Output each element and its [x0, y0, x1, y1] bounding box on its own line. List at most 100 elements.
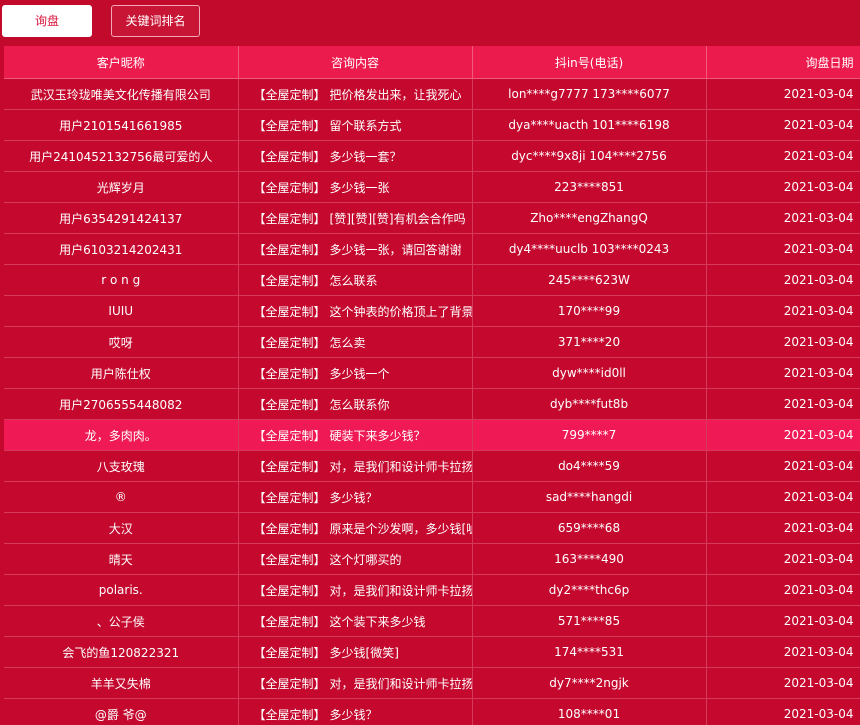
column-header-content[interactable]: 咨询内容 — [238, 46, 473, 79]
table-row[interactable]: 羊羊又失棉【全屋定制】对，是我们和设计师卡拉扬合作dy7****2ngjk202… — [4, 667, 860, 699]
cell-date: 2021-03-04 — [706, 140, 860, 172]
cell-douyin-id: dya****uacth 101****6198 — [472, 109, 707, 141]
column-header-douyin-id[interactable]: 抖in号(电话) — [472, 46, 707, 79]
table-row[interactable]: IUIU【全屋定制】这个钟表的价格顶上了背景墙的170****992021-03… — [4, 295, 860, 327]
cell-date: 2021-03-04 — [706, 388, 860, 420]
cell-date: 2021-03-04 — [706, 233, 860, 265]
table-row[interactable]: 用户6354291424137 【全屋定制】 [赞][赞][赞]有机会合作吗 Zho*… — [4, 202, 860, 234]
cell-douyin-id: 223****851 — [472, 171, 707, 203]
table-row[interactable]: 八支玫瑰【全屋定制】对，是我们和设计师卡拉扬合作do4****592021-03… — [4, 450, 860, 482]
category-tag: 【全屋定制】 — [253, 552, 326, 567]
tab-inquiry[interactable]: 询盘 — [2, 5, 92, 37]
inquiry-message: 对，是我们和设计师卡拉扬合作 — [329, 676, 472, 691]
inquiry-message: 多少钱一个 — [329, 366, 390, 381]
column-header-date[interactable]: 询盘日期 — [706, 46, 860, 79]
cell-content: 【全屋定制】 怎么联系你 — [238, 388, 473, 420]
table-body: 武汉玉玲珑唯美文化传播有限公司 【全屋定制】 把价格发出来，让我死心 lon****g… — [4, 78, 860, 725]
inquiry-message: 这个灯哪买的 — [329, 552, 402, 567]
category-tag: 【全屋定制】 — [253, 304, 326, 319]
cell-date: 2021-03-04 — [706, 450, 860, 482]
cell-douyin-id: dyc****9x8ji 104****2756 — [472, 140, 707, 172]
category-tag: 【全屋定制】 — [253, 335, 326, 350]
cell-content: 【全屋定制】 这个灯哪买的 — [238, 543, 473, 575]
cell-nickname: 用户6103214202431 — [4, 233, 239, 265]
category-tag: 【全屋定制】 — [253, 149, 326, 164]
cell-nickname: 用户6354291424137 — [4, 202, 239, 234]
category-tag: 【全屋定制】 — [253, 707, 326, 722]
table-row[interactable]: 武汉玉玲珑唯美文化传播有限公司 【全屋定制】 把价格发出来，让我死心 lon****g… — [4, 78, 860, 110]
cell-nickname: 用户2101541661985 — [4, 109, 239, 141]
cell-nickname: 羊羊又失棉 — [4, 667, 239, 699]
table-row[interactable]: @爵 爷@ 【全屋定制】 多少钱？ 108****01 2021-03-04 — [4, 698, 860, 725]
inquiry-message: 对，是我们和设计师卡拉扬合作 — [329, 459, 472, 474]
cell-douyin-id: 108****01 — [472, 698, 707, 725]
cell-date: 2021-03-04 — [706, 543, 860, 575]
cell-douyin-id: 245****623W — [472, 264, 707, 296]
inquiry-message: 原来是个沙发啊，多少钱[呲牙] — [329, 521, 471, 536]
cell-date: 2021-03-04 — [706, 636, 860, 668]
cell-date: 2021-03-04 — [706, 109, 860, 141]
cell-douyin-id: 170****99 — [472, 295, 707, 327]
table-row[interactable]: r o n g 【全屋定制】 怎么联系 245****623W 2021-03-04 — [4, 264, 860, 296]
inquiry-message: 多少钱一套？ — [329, 149, 402, 164]
cell-content: 【全屋定制】 多少钱一张 — [238, 171, 473, 203]
table-row[interactable]: 大汉【全屋定制】原来是个沙发啊，多少钱[呲牙]659****682021-03-… — [4, 512, 860, 544]
column-header-nickname[interactable]: 客户昵称 — [4, 46, 239, 79]
cell-douyin-id: lon****g7777 173****6077 — [472, 78, 707, 110]
cell-douyin-id: 571****85 — [472, 605, 707, 637]
table-row[interactable]: 光辉岁月 【全屋定制】 多少钱一张 223****851 2021-03-04 — [4, 171, 860, 203]
cell-date: 2021-03-04 — [706, 698, 860, 725]
table-row[interactable]: 、公子侯 【全屋定制】 这个装下来多少钱 571****85 2021-03-04 — [4, 605, 860, 637]
cell-content: 【全屋定制】 多少钱一张，请回答谢谢 — [238, 233, 473, 265]
cell-nickname: 光辉岁月 — [4, 171, 239, 203]
inquiry-message: 多少钱[微笑] — [329, 645, 399, 660]
cell-nickname: polaris. — [4, 574, 239, 606]
cell-douyin-id: 163****490 — [472, 543, 707, 575]
inquiry-table-container: 客户昵称 咨询内容 抖in号(电话) 询盘日期 武汉玉玲珑唯美文化传播有限公司【… — [4, 46, 860, 725]
cell-date: 2021-03-04 — [706, 512, 860, 544]
inquiry-message: 多少钱？ — [329, 707, 378, 722]
category-tag: 【全屋定制】 — [253, 118, 326, 133]
table-row[interactable]: 用户2410452132756最可爱的人 【全屋定制】 多少钱一套？ dyc****9… — [4, 140, 860, 172]
cell-content: 【全屋定制】 多少钱？ — [238, 481, 473, 513]
inquiry-message: 留个联系方式 — [329, 118, 402, 133]
cell-content: 【全屋定制】这个钟表的价格顶上了背景墙的 — [238, 295, 473, 327]
table-header-row: 客户昵称 咨询内容 抖in号(电话) 询盘日期 — [4, 46, 860, 79]
cell-date: 2021-03-04 — [706, 481, 860, 513]
cell-douyin-id: dy2****thc6p — [472, 574, 707, 606]
cell-content: 【全屋定制】 多少钱一套？ — [238, 140, 473, 172]
table-row[interactable]: 龙，多肉肉。 【全屋定制】 硬装下来多少钱？ 799****7 2021-03-04 — [4, 419, 860, 451]
category-tag: 【全屋定制】 — [253, 397, 326, 412]
table-row[interactable]: polaris.【全屋定制】对，是我们和设计师卡拉扬合作dy2****thc6p… — [4, 574, 860, 606]
inquiry-table: 客户昵称 咨询内容 抖in号(电话) 询盘日期 武汉玉玲珑唯美文化传播有限公司【… — [4, 46, 860, 725]
inquiry-message: 怎么卖 — [329, 335, 366, 350]
cell-nickname: 用户陈仕权 — [4, 357, 239, 389]
cell-date: 2021-03-04 — [706, 605, 860, 637]
cell-content: 【全屋定制】 把价格发出来，让我死心 — [238, 78, 473, 110]
cell-content: 【全屋定制】 多少钱[微笑] — [238, 636, 473, 668]
cell-date: 2021-03-04 — [706, 78, 860, 110]
table-row[interactable]: 用户6103214202431 【全屋定制】 多少钱一张，请回答谢谢 dy4****u… — [4, 233, 860, 265]
cell-douyin-id: do4****59 — [472, 450, 707, 482]
cell-douyin-id: dy4****uuclb 103****0243 — [472, 233, 707, 265]
cell-nickname: 会飞的鱼120822321 — [4, 636, 239, 668]
category-tag: 【全屋定制】 — [253, 645, 326, 660]
cell-content: 【全屋定制】 多少钱一个 — [238, 357, 473, 389]
table-row[interactable]: 用户2706555448082 【全屋定制】 怎么联系你 dyb****fut8b 20… — [4, 388, 860, 420]
tab-keyword-ranking[interactable]: 关键词排名 — [111, 5, 200, 37]
table-row[interactable]: 用户2101541661985 【全屋定制】 留个联系方式 dya****uacth … — [4, 109, 860, 141]
table-row[interactable]: 会飞的鱼120822321 【全屋定制】 多少钱[微笑] 174****531 2021… — [4, 636, 860, 668]
table-row[interactable]: 哎呀 【全屋定制】 怎么卖 371****20 2021-03-04 — [4, 326, 860, 358]
cell-nickname: 用户2706555448082 — [4, 388, 239, 420]
cell-nickname: 八支玫瑰 — [4, 450, 239, 482]
cell-date: 2021-03-04 — [706, 202, 860, 234]
category-tag: 【全屋定制】 — [253, 459, 326, 474]
cell-date: 2021-03-04 — [706, 326, 860, 358]
category-tag: 【全屋定制】 — [253, 180, 326, 195]
category-tag: 【全屋定制】 — [253, 490, 326, 505]
cell-content: 【全屋定制】 留个联系方式 — [238, 109, 473, 141]
category-tag: 【全屋定制】 — [253, 366, 326, 381]
table-row[interactable]: ® 【全屋定制】 多少钱？ sad****hangdi 2021-03-04 — [4, 481, 860, 513]
table-row[interactable]: 用户陈仕权 【全屋定制】 多少钱一个 dyw****id0ll 2021-03-04 — [4, 357, 860, 389]
table-row[interactable]: 晴天 【全屋定制】 这个灯哪买的 163****490 2021-03-04 — [4, 543, 860, 575]
